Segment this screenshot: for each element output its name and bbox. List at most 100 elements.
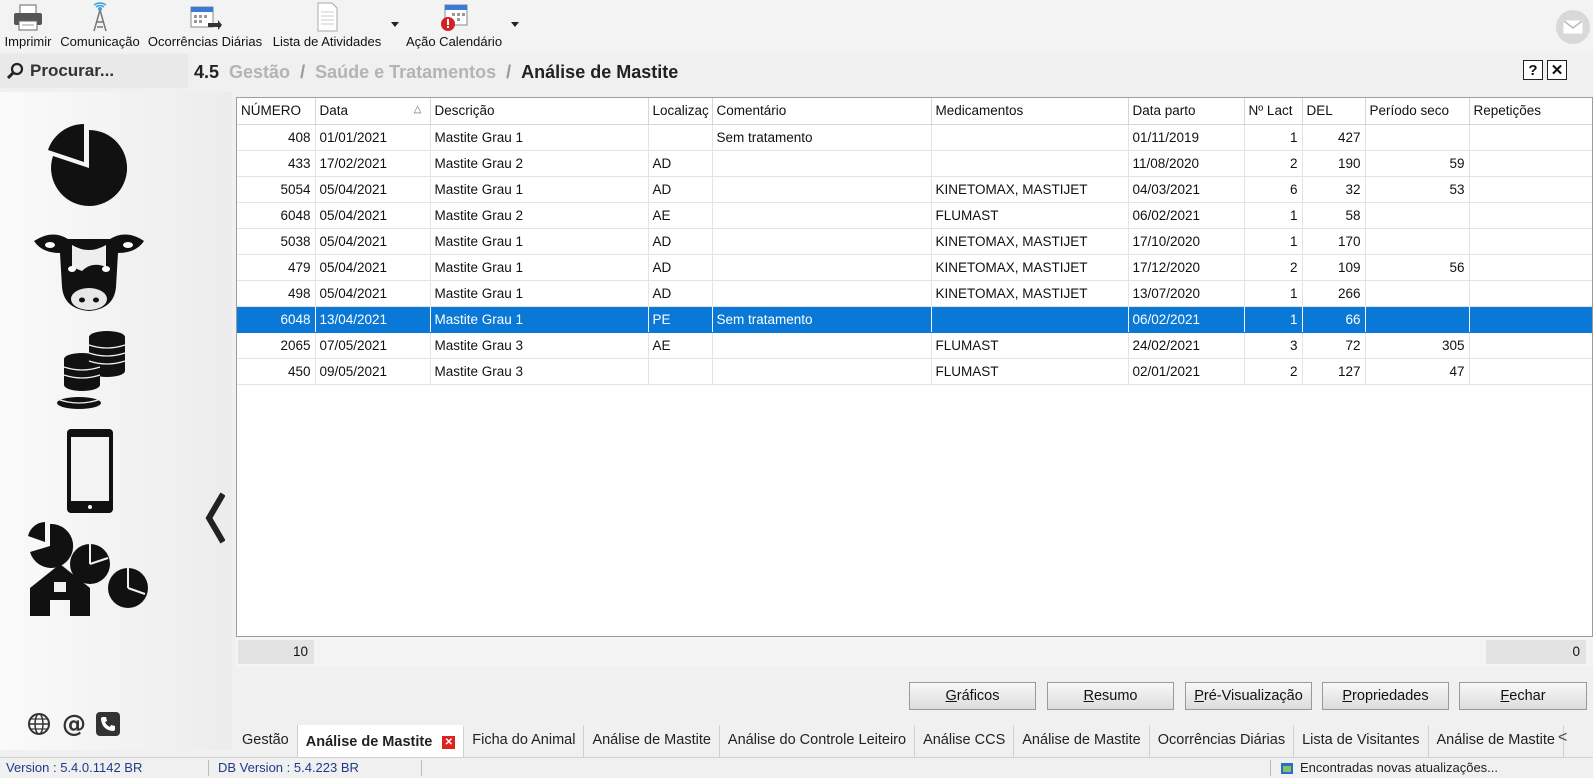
cell-data-parto[interactable]: 04/03/2021: [1128, 176, 1245, 203]
properties-button[interactable]: Propriedades: [1322, 682, 1449, 710]
cell-repeticoes[interactable]: [1469, 254, 1592, 281]
cell-repeticoes[interactable]: [1469, 228, 1592, 255]
phone-icon[interactable]: [96, 712, 120, 736]
cell-n-lact[interactable]: 1: [1244, 202, 1303, 229]
cell-localizacao[interactable]: AD: [648, 150, 713, 177]
cell-medicamentos[interactable]: KINETOMAX, MASTIJET: [931, 254, 1129, 281]
cell-medicamentos[interactable]: [931, 124, 1129, 151]
cell-periodo-seco[interactable]: 59: [1365, 150, 1470, 177]
column-header-descricao[interactable]: Descrição: [430, 98, 649, 125]
cell-localizacao[interactable]: [648, 124, 713, 151]
cell-n-lact[interactable]: 1: [1244, 306, 1303, 333]
cell-data-parto[interactable]: 11/08/2020: [1128, 150, 1245, 177]
cell-periodo-seco[interactable]: [1365, 280, 1470, 307]
tab-analise-mastite[interactable]: Análise de Mastite: [584, 725, 720, 757]
cell-descricao[interactable]: Mastite Grau 1: [430, 124, 649, 151]
cell-periodo-seco[interactable]: 53: [1365, 176, 1470, 203]
calendar-action-button[interactable]: Ação Calendário: [404, 0, 504, 52]
cell-numero[interactable]: 5038: [237, 228, 316, 255]
cell-n-lact[interactable]: 1: [1244, 280, 1303, 307]
calendar-action-dropdown-arrow-icon[interactable]: [510, 20, 520, 28]
cell-localizacao[interactable]: [648, 358, 713, 385]
cell-periodo-seco[interactable]: 305: [1365, 332, 1470, 359]
cell-data-parto[interactable]: 06/02/2021: [1128, 202, 1245, 229]
cell-del[interactable]: 190: [1302, 150, 1366, 177]
cell-data-parto[interactable]: 01/11/2019: [1128, 124, 1245, 151]
cell-localizacao[interactable]: AD: [648, 176, 713, 203]
cell-numero[interactable]: 479: [237, 254, 316, 281]
table-row[interactable]: 498 05/04/2021 Mastite Grau 1 AD KINETOMAX, …: [237, 280, 1592, 307]
graphs-button[interactable]: Gráficos: [909, 682, 1036, 710]
cell-descricao[interactable]: Mastite Grau 1: [430, 254, 649, 281]
activities-list-button[interactable]: Lista de Atividades: [270, 0, 384, 52]
cell-periodo-seco[interactable]: [1365, 202, 1470, 229]
help-button[interactable]: ?: [1523, 60, 1543, 80]
cell-del[interactable]: 266: [1302, 280, 1366, 307]
pie-chart-icon[interactable]: [48, 124, 130, 210]
cow-icon[interactable]: [32, 227, 146, 313]
tab-ocorrencias-diarias[interactable]: Ocorrências Diárias: [1150, 725, 1295, 757]
cell-localizacao[interactable]: AD: [648, 280, 713, 307]
cell-localizacao[interactable]: AE: [648, 202, 713, 229]
close-window-button[interactable]: ✕: [1547, 60, 1567, 80]
cell-data[interactable]: 17/02/2021: [315, 150, 431, 177]
cell-n-lact[interactable]: 6: [1244, 176, 1303, 203]
cell-data[interactable]: 05/04/2021: [315, 228, 431, 255]
table-row-selected[interactable]: 6048 13/04/2021 Mastite Grau 1 PE Sem tratam…: [237, 306, 1592, 333]
cell-numero[interactable]: 2065: [237, 332, 316, 359]
cell-numero[interactable]: 5054: [237, 176, 316, 203]
collapse-sidebar-icon[interactable]: [205, 492, 225, 544]
cell-n-lact[interactable]: 2: [1244, 358, 1303, 385]
daily-occurrences-button[interactable]: Ocorrências Diárias: [148, 0, 262, 52]
table-row[interactable]: 5054 05/04/2021 Mastite Grau 1 AD KINETOMAX,…: [237, 176, 1592, 203]
cell-descricao[interactable]: Mastite Grau 1: [430, 280, 649, 307]
breadcrumb-gestao[interactable]: Gestão: [229, 62, 290, 83]
cell-n-lact[interactable]: 2: [1244, 150, 1303, 177]
cell-descricao[interactable]: Mastite Grau 2: [430, 150, 649, 177]
cell-repeticoes[interactable]: [1469, 332, 1592, 359]
cell-del[interactable]: 72: [1302, 332, 1366, 359]
globe-icon[interactable]: [28, 713, 50, 735]
cell-medicamentos[interactable]: [931, 306, 1129, 333]
cell-data-parto[interactable]: 24/02/2021: [1128, 332, 1245, 359]
cell-n-lact[interactable]: 1: [1244, 228, 1303, 255]
cell-medicamentos[interactable]: KINETOMAX, MASTIJET: [931, 228, 1129, 255]
cell-numero[interactable]: 498: [237, 280, 316, 307]
cell-repeticoes[interactable]: [1469, 306, 1592, 333]
cell-del[interactable]: 427: [1302, 124, 1366, 151]
cell-del[interactable]: 170: [1302, 228, 1366, 255]
cell-medicamentos[interactable]: [931, 150, 1129, 177]
cell-periodo-seco[interactable]: 47: [1365, 358, 1470, 385]
table-row[interactable]: 450 09/05/2021 Mastite Grau 3 FLUMAST 02/01/…: [237, 358, 1592, 385]
cell-periodo-seco[interactable]: [1365, 124, 1470, 151]
column-header-del[interactable]: DEL: [1302, 98, 1366, 125]
table-row[interactable]: 479 05/04/2021 Mastite Grau 1 AD KINETOMAX, …: [237, 254, 1592, 281]
cell-data-parto[interactable]: 17/10/2020: [1128, 228, 1245, 255]
cell-medicamentos[interactable]: FLUMAST: [931, 358, 1129, 385]
tab-lista-visitantes[interactable]: Lista de Visitantes: [1294, 725, 1429, 757]
tab-scroll-left-icon[interactable]: <: [1558, 729, 1567, 747]
table-row[interactable]: 2065 07/05/2021 Mastite Grau 3 AE FLUMAST 24/…: [237, 332, 1592, 359]
cell-medicamentos[interactable]: KINETOMAX, MASTIJET: [931, 176, 1129, 203]
cell-repeticoes[interactable]: [1469, 358, 1592, 385]
column-header-numero[interactable]: NÚMERO: [237, 98, 316, 125]
cell-descricao[interactable]: Mastite Grau 2: [430, 202, 649, 229]
cell-comentario[interactable]: [712, 150, 932, 177]
preview-button[interactable]: Pré-Visualização: [1185, 682, 1312, 710]
search-box[interactable]: Procurar...: [0, 54, 188, 88]
cell-medicamentos[interactable]: KINETOMAX, MASTIJET: [931, 280, 1129, 307]
cell-repeticoes[interactable]: [1469, 176, 1592, 203]
cell-comentario[interactable]: [712, 202, 932, 229]
cell-periodo-seco[interactable]: [1365, 306, 1470, 333]
cell-data[interactable]: 05/04/2021: [315, 176, 431, 203]
tab-analise-ccs[interactable]: Análise CCS: [915, 725, 1015, 757]
cell-data-parto[interactable]: 13/07/2020: [1128, 280, 1245, 307]
table-row[interactable]: 5038 05/04/2021 Mastite Grau 1 AD KINETOMAX,…: [237, 228, 1592, 255]
cell-comentario[interactable]: [712, 254, 932, 281]
close-tab-icon[interactable]: ✕: [442, 735, 456, 749]
table-row[interactable]: 408 01/01/2021 Mastite Grau 1 Sem tratament…: [237, 124, 1592, 151]
cell-comentario[interactable]: Sem tratamento: [712, 124, 932, 151]
cell-medicamentos[interactable]: FLUMAST: [931, 332, 1129, 359]
column-header-data-parto[interactable]: Data parto: [1128, 98, 1245, 125]
cell-del[interactable]: 58: [1302, 202, 1366, 229]
